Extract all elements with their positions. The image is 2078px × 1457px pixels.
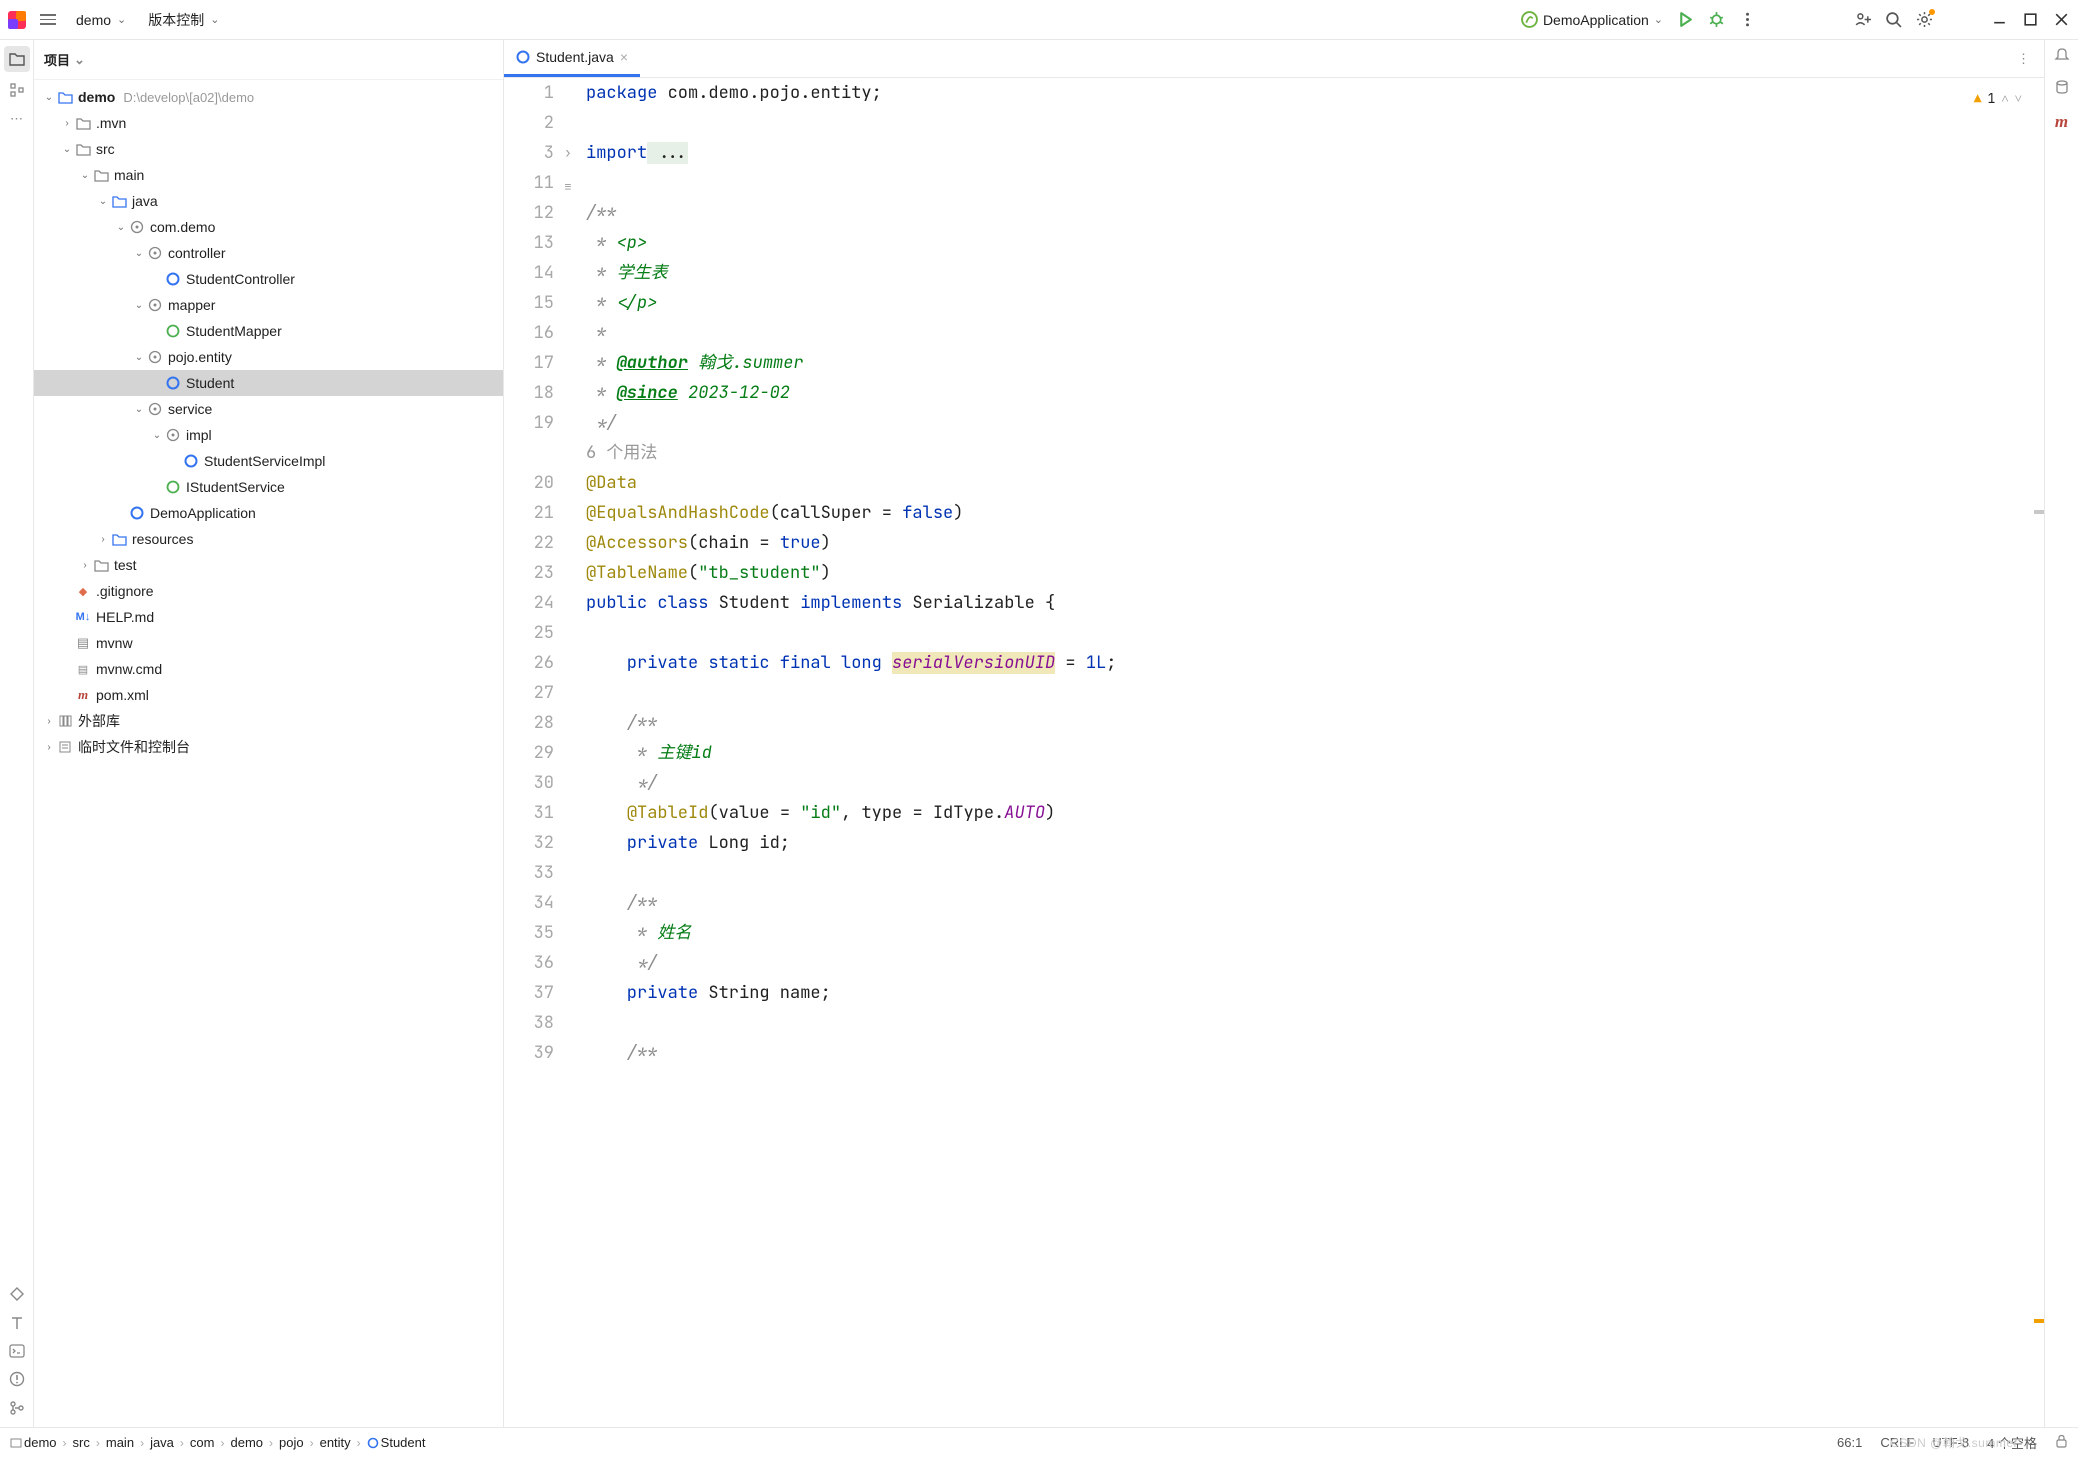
tree-node[interactable]: ⌄demoD:\develop\[a02]\demo [34, 84, 503, 110]
tree-node[interactable]: ⌄main [34, 162, 503, 188]
usages-hint[interactable]: 6 个用法 [586, 442, 657, 464]
terminal-icon[interactable] [9, 1344, 25, 1361]
tree-node[interactable]: ›resources [34, 526, 503, 552]
editor-area: Student.java × ⋮ 12311121314151617181920… [504, 40, 2044, 1427]
close-tab-icon[interactable]: × [620, 49, 628, 65]
project-tree[interactable]: ⌄demoD:\develop\[a02]\demo›.mvn⌄src⌄main… [34, 80, 503, 1427]
tree-node[interactable]: ◆.gitignore [34, 578, 503, 604]
settings-icon[interactable] [1916, 11, 1933, 28]
breadcrumb-item[interactable]: demo [10, 1435, 57, 1450]
vcs-selector[interactable]: 版本控制 [142, 6, 225, 34]
topbar: demo 版本控制 DemoApplication [0, 0, 2078, 40]
breadcrumb-item[interactable]: com [190, 1435, 215, 1450]
tree-node[interactable]: ⌄pojo.entity [34, 344, 503, 370]
editor-tabs: Student.java × ⋮ [504, 40, 2044, 78]
project-selector[interactable]: demo [70, 8, 132, 32]
run-config-selector[interactable]: DemoApplication [1521, 11, 1663, 28]
more-tool-icon[interactable]: ⋯ [10, 111, 23, 127]
breadcrumb-item[interactable]: main [106, 1435, 134, 1450]
breadcrumb-item[interactable]: java [150, 1435, 174, 1450]
tree-node[interactable]: ⌄mapper [34, 292, 503, 318]
project-view-header[interactable]: 项目⌄ [34, 40, 503, 80]
tree-node[interactable]: ›test [34, 552, 503, 578]
database-icon[interactable] [2054, 79, 2070, 98]
fold-column[interactable]: › ≡ [564, 78, 578, 1427]
right-toolstrip: m [2044, 40, 2078, 1427]
tree-node[interactable]: StudentController [34, 266, 503, 292]
debug-button[interactable] [1708, 11, 1725, 28]
error-stripe[interactable] [2034, 78, 2044, 1427]
app-logo [8, 11, 26, 29]
notifications-icon[interactable] [2054, 46, 2070, 65]
tree-node[interactable]: ▤mvnw.cmd [34, 656, 503, 682]
problems-icon[interactable] [9, 1371, 25, 1390]
services-icon[interactable] [9, 1286, 25, 1305]
tree-node[interactable]: ⌄service [34, 396, 503, 422]
tree-node[interactable]: M↓HELP.md [34, 604, 503, 630]
tree-node[interactable]: ›外部库 [34, 708, 503, 734]
spring-icon [1521, 11, 1538, 28]
tree-node[interactable]: StudentMapper [34, 318, 503, 344]
tree-node[interactable]: StudentServiceImpl [34, 448, 503, 474]
tree-node[interactable]: ▤mvnw [34, 630, 503, 656]
code-editor[interactable]: 1231112131415161718192021222324252627282… [504, 78, 2044, 1427]
minimize-button[interactable] [1991, 11, 2008, 28]
structure-tool-icon[interactable] [9, 82, 25, 101]
run-button[interactable] [1677, 11, 1694, 28]
tree-node[interactable]: ⌄com.demo [34, 214, 503, 240]
code-with-me-icon[interactable] [1854, 11, 1871, 28]
maven-icon[interactable]: m [2055, 112, 2068, 132]
inspection-widget[interactable]: ▲ 1 ˄˅ [1974, 84, 2022, 114]
watermark: CSDN @翰戈.summer [1890, 1434, 2018, 1451]
statusbar: demo›src›main›java›com›demo›pojo›entity›… [0, 1427, 2078, 1457]
vcs-icon[interactable] [9, 1400, 25, 1419]
tree-node[interactable]: DemoApplication [34, 500, 503, 526]
breadcrumb-item[interactable]: demo [230, 1435, 263, 1450]
code-lines[interactable]: package com.demo.pojo.entity; import ...… [578, 78, 2044, 1427]
tree-node[interactable]: mpom.xml [34, 682, 503, 708]
project-sidebar: 项目⌄ ⌄demoD:\develop\[a02]\demo›.mvn⌄src⌄… [34, 40, 504, 1427]
tree-node[interactable]: ⌄src [34, 136, 503, 162]
tree-node[interactable]: Student [34, 370, 503, 396]
tree-node[interactable]: ⌄impl [34, 422, 503, 448]
tab-options[interactable]: ⋮ [2003, 40, 2044, 77]
main-menu[interactable] [36, 12, 60, 27]
tree-node[interactable]: ⌄controller [34, 240, 503, 266]
project-tool-button[interactable] [4, 46, 30, 72]
breadcrumb-item[interactable]: entity [320, 1435, 351, 1450]
editor-tab-student[interactable]: Student.java × [504, 40, 640, 77]
tree-node[interactable]: ›.mvn [34, 110, 503, 136]
breadcrumbs[interactable]: demo›src›main›java›com›demo›pojo›entity›… [10, 1435, 426, 1450]
cursor-position[interactable]: 66:1 [1837, 1435, 1862, 1450]
warning-icon: ▲ [1974, 84, 1982, 114]
tree-node[interactable]: ⌄java [34, 188, 503, 214]
breadcrumb-item[interactable]: Student [367, 1435, 426, 1450]
breadcrumb-item[interactable]: src [73, 1435, 90, 1450]
build-icon[interactable] [9, 1315, 25, 1334]
tree-node[interactable]: IStudentService [34, 474, 503, 500]
close-button[interactable] [2053, 11, 2070, 28]
search-icon[interactable] [1885, 11, 1902, 28]
class-icon [516, 50, 530, 64]
maximize-button[interactable] [2022, 11, 2039, 28]
readonly-toggle[interactable] [2055, 1434, 2068, 1451]
tree-node[interactable]: ›临时文件和控制台 [34, 734, 503, 760]
breadcrumb-item[interactable]: pojo [279, 1435, 304, 1450]
line-gutter[interactable]: 1231112131415161718192021222324252627282… [504, 78, 564, 1427]
more-actions[interactable] [1739, 11, 1756, 28]
left-toolstrip: ⋯ [0, 40, 34, 1427]
